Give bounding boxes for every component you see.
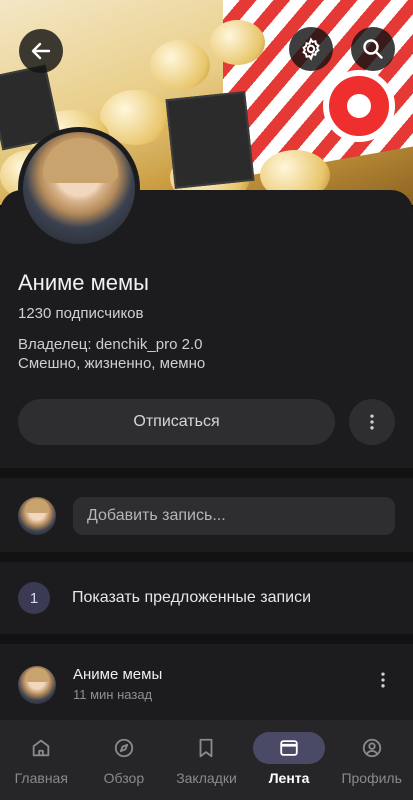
settings-button[interactable] bbox=[289, 27, 333, 71]
search-icon bbox=[363, 39, 383, 59]
avatar bbox=[18, 497, 56, 535]
brand-logo bbox=[323, 70, 395, 142]
section-divider bbox=[0, 552, 413, 562]
add-post-input[interactable]: Добавить запись... bbox=[73, 497, 395, 535]
community-description: Смешно, жизненно, мемно bbox=[18, 355, 206, 372]
nav-label: Главная bbox=[14, 770, 68, 786]
more-vertical-icon bbox=[370, 414, 374, 430]
nav-label: Закладки bbox=[176, 770, 237, 786]
back-button[interactable] bbox=[19, 29, 63, 73]
home-icon bbox=[33, 739, 50, 757]
section-divider bbox=[0, 634, 413, 644]
avatar[interactable] bbox=[18, 666, 56, 704]
post-time: 11 мин назад bbox=[73, 687, 153, 702]
bookmark-icon bbox=[200, 738, 213, 758]
gear-icon bbox=[302, 37, 320, 61]
subscriber-count[interactable]: 1230 подписчиков bbox=[18, 305, 144, 322]
nav-label: Лента bbox=[268, 770, 310, 786]
composer-row: Добавить запись... bbox=[0, 480, 413, 552]
profile-icon bbox=[362, 738, 381, 758]
compass-icon bbox=[114, 738, 134, 758]
nav-label: Обзор bbox=[103, 770, 145, 786]
post-author[interactable]: Аниме мемы bbox=[73, 666, 354, 683]
nav-profile[interactable]: Профиль bbox=[330, 720, 413, 800]
meme-thumbnail bbox=[165, 91, 255, 189]
post-header: Аниме мемы 11 мин назад bbox=[0, 644, 413, 720]
community-more-button[interactable] bbox=[349, 399, 395, 445]
post-more-button[interactable] bbox=[371, 666, 395, 690]
nav-explore[interactable]: Обзор bbox=[83, 720, 166, 800]
nav-bookmarks[interactable]: Закладки bbox=[165, 720, 248, 800]
arrow-left-icon bbox=[31, 42, 51, 60]
nav-home[interactable]: Главная bbox=[0, 720, 83, 800]
community-owner: Владелец: denchik_pro 2.0 bbox=[18, 336, 203, 353]
search-button[interactable] bbox=[351, 27, 395, 71]
unsubscribe-button[interactable]: Отписаться bbox=[18, 399, 335, 445]
feed-icon bbox=[280, 740, 298, 756]
more-vertical-icon bbox=[381, 672, 385, 688]
suggested-count-badge: 1 bbox=[18, 582, 50, 614]
nav-feed[interactable]: Лента bbox=[248, 720, 331, 800]
community-avatar[interactable] bbox=[18, 127, 140, 249]
section-divider bbox=[0, 468, 413, 478]
community-title: Аниме мемы bbox=[18, 270, 149, 295]
bottom-nav: Главная Обзор Закладки Лента Профиль bbox=[0, 720, 413, 800]
nav-label: Профиль bbox=[341, 770, 402, 786]
suggested-posts-label: Показать предложенные записи bbox=[72, 589, 312, 606]
suggested-posts-row[interactable]: 1 Показать предложенные записи bbox=[0, 562, 413, 634]
